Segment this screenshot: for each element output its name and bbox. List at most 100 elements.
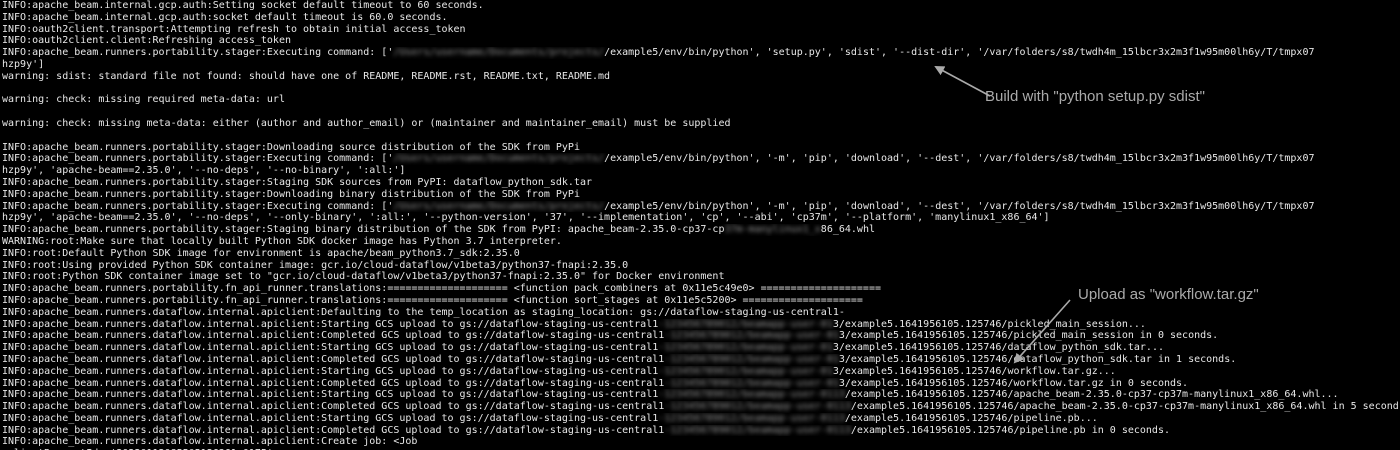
terminal-text: INFO:apache_beam.runners.dataflow.intern… <box>2 389 659 401</box>
terminal-line: INFO:root:Python SDK container image set… <box>2 271 1398 283</box>
redacted-text: -123456789012/beamapp-user-01 <box>658 365 833 377</box>
terminal-line: hzp9y', 'apache-beam==2.35.0', '--no-dep… <box>2 165 1398 177</box>
terminal-text: INFO:apache_beam.runners.portability.fn_… <box>2 294 863 306</box>
terminal-text: 3/example5.1641956105.125746/dataflow_py… <box>832 342 1164 354</box>
terminal-text: warning: check: missing required meta-da… <box>2 94 285 106</box>
terminal-text: warning: sdist: standard file not found:… <box>2 70 611 82</box>
terminal-text: /example5.1641956105.125746/apache_beam-… <box>844 389 1339 401</box>
redacted-text: -123456789012/beamapp-user-01 <box>658 342 833 354</box>
terminal-text: INFO:apache_beam.internal.gcp.auth:Setti… <box>2 0 484 11</box>
terminal-line: INFO:apache_beam.runners.portability.sta… <box>2 177 1398 189</box>
terminal-text: /example5/env/bin/python', '-m', 'pip', … <box>604 200 1315 212</box>
redacted-text: /Users/username/Documents/projects/ <box>393 200 605 212</box>
terminal-text: INFO:root:Using provided Python SDK cont… <box>2 259 629 271</box>
terminal-line: INFO:apache_beam.runners.portability.sta… <box>2 189 1398 201</box>
redacted-text: -123456789012/beamapp-user-01 <box>658 318 833 330</box>
redacted-text: /Users/username/Documents/projects/ <box>393 153 605 165</box>
terminal-output[interactable]: INFO:apache_beam.internal.gcp.auth:Setti… <box>2 0 1398 450</box>
terminal-text: 3/example5.1641956105.125746/pickled_mai… <box>832 318 1146 330</box>
terminal-line: INFO:apache_beam.runners.dataflow.intern… <box>2 319 1398 331</box>
terminal-line: warning: check: missing meta-data: eithe… <box>2 118 1398 130</box>
terminal-line: hzp9y', 'apache-beam==2.35.0', '--no-dep… <box>2 212 1398 224</box>
terminal-line: INFO:apache_beam.runners.dataflow.intern… <box>2 401 1398 413</box>
terminal-text: 3/example5.1641956105.125746/workflow.ta… <box>832 365 1116 377</box>
terminal-text: /example5/env/bin/python', '-m', 'pip', … <box>604 153 1315 165</box>
redacted-text: -123456789012/beamapp-user-0113 <box>658 412 845 424</box>
terminal-text: INFO:apache_beam.runners.portability.sta… <box>2 224 725 236</box>
terminal-line: INFO:apache_beam.runners.portability.sta… <box>2 142 1398 154</box>
terminal-text: INFO:apache_beam.runners.portability.fn_… <box>2 283 881 295</box>
terminal-text: INFO:apache_beam.runners.dataflow.intern… <box>2 377 665 389</box>
terminal-line: INFO:apache_beam.runners.dataflow.intern… <box>2 389 1398 401</box>
terminal-text: INFO:apache_beam.runners.portability.sta… <box>2 200 394 212</box>
terminal-text: WARNING:root:Make sure that locally buil… <box>2 235 562 247</box>
terminal-screenshot: INFO:apache_beam.internal.gcp.auth:Setti… <box>0 0 1400 450</box>
terminal-line: INFO:root:Using provided Python SDK cont… <box>2 260 1398 272</box>
terminal-line: INFO:apache_beam.internal.gcp.auth:socke… <box>2 12 1398 24</box>
terminal-text: INFO:apache_beam.runners.portability.sta… <box>2 141 580 153</box>
terminal-text: INFO:apache_beam.runners.dataflow.intern… <box>2 306 845 318</box>
terminal-text: INFO:apache_beam.runners.portability.sta… <box>2 188 580 200</box>
terminal-text: /example5.1641956105.125746/pipeline.pb.… <box>844 412 1098 424</box>
terminal-text: INFO:apache_beam.runners.dataflow.intern… <box>2 342 659 354</box>
terminal-text: hzp9y', 'apache-beam==2.35.0', '--no-dep… <box>2 212 1050 224</box>
terminal-line: INFO:oauth2client.transport:Attempting r… <box>2 24 1398 36</box>
terminal-line: hzp9y'] <box>2 59 1398 71</box>
annotation-build-label: Build with "python setup.py sdist" <box>985 88 1205 105</box>
terminal-text: 3/example5.1641956105.125746/workflow.ta… <box>838 377 1189 389</box>
terminal-text: INFO:apache_beam.runners.portability.sta… <box>2 153 394 165</box>
redacted-text: 37m-manylinux1_x <box>724 224 821 236</box>
terminal-text: /example5.1641956105.125746/pipeline.pb … <box>850 424 1170 436</box>
terminal-text: /example5.1641956105.125746/apache_beam-… <box>850 401 1398 413</box>
terminal-line: INFO:apache_beam.runners.dataflow.intern… <box>2 425 1398 437</box>
terminal-text: 3/example5.1641956105.125746/dataflow_py… <box>838 353 1237 365</box>
terminal-text: INFO:apache_beam.runners.dataflow.intern… <box>2 436 418 448</box>
terminal-text: INFO:apache_beam.runners.portability.sta… <box>2 47 394 59</box>
terminal-text: 3/example5.1641956105.125746/pickled_mai… <box>838 330 1219 342</box>
redacted-text: -123456789012/beamapp-user-01 <box>664 330 839 342</box>
redacted-text: -123456789012/beamapp-user-0113 <box>658 389 845 401</box>
redacted-text: -123456789012/beamapp-user-0113 <box>664 424 851 436</box>
redacted-text: /Users/username/Documents/projects/ <box>393 47 605 59</box>
terminal-line: INFO:apache_beam.runners.dataflow.intern… <box>2 354 1398 366</box>
terminal-line: INFO:apache_beam.runners.dataflow.intern… <box>2 436 1398 448</box>
terminal-text: INFO:apache_beam.internal.gcp.auth:socke… <box>2 11 448 23</box>
terminal-text: INFO:apache_beam.runners.dataflow.intern… <box>2 330 665 342</box>
terminal-text: INFO:apache_beam.runners.portability.sta… <box>2 176 593 188</box>
terminal-text: hzp9y', 'apache-beam==2.35.0', '--no-dep… <box>2 165 406 177</box>
redacted-text: -123456789012/beamapp-user-01 <box>664 377 839 389</box>
terminal-line: INFO:apache_beam.internal.gcp.auth:Setti… <box>2 0 1398 12</box>
terminal-text: warning: check: missing meta-data: eithe… <box>2 117 731 129</box>
redacted-text: -123456789012/beamapp-user-01 <box>664 353 839 365</box>
terminal-text: INFO:apache_beam.runners.dataflow.intern… <box>2 353 665 365</box>
terminal-line: INFO:root:Default Python SDK image for e… <box>2 248 1398 260</box>
annotation-upload-label: Upload as "workflow.tar.gz" <box>1078 286 1259 303</box>
terminal-line: INFO:apache_beam.runners.dataflow.intern… <box>2 378 1398 390</box>
terminal-line: INFO:apache_beam.runners.portability.sta… <box>2 201 1398 213</box>
terminal-line: INFO:oauth2client.client:Refreshing acce… <box>2 35 1398 47</box>
terminal-text: INFO:apache_beam.runners.dataflow.intern… <box>2 412 659 424</box>
terminal-line: INFO:apache_beam.runners.dataflow.intern… <box>2 342 1398 354</box>
terminal-line: INFO:apache_beam.runners.portability.sta… <box>2 47 1398 59</box>
terminal-line: warning: sdist: standard file not found:… <box>2 71 1398 83</box>
terminal-line: INFO:apache_beam.runners.portability.sta… <box>2 153 1398 165</box>
terminal-text: /example5/env/bin/python', 'setup.py', '… <box>604 47 1315 59</box>
terminal-line: INFO:apache_beam.runners.dataflow.intern… <box>2 413 1398 425</box>
terminal-text: INFO:oauth2client.transport:Attempting r… <box>2 23 466 35</box>
terminal-text: hzp9y'] <box>2 58 45 70</box>
terminal-text: INFO:oauth2client.client:Refreshing acce… <box>2 35 291 47</box>
terminal-line: INFO:apache_beam.runners.dataflow.intern… <box>2 330 1398 342</box>
terminal-line: INFO:apache_beam.runners.portability.sta… <box>2 224 1398 236</box>
terminal-text: INFO:apache_beam.runners.dataflow.intern… <box>2 424 665 436</box>
terminal-line: INFO:apache_beam.runners.dataflow.intern… <box>2 307 1398 319</box>
terminal-text: INFO:root:Python SDK container image set… <box>2 271 725 283</box>
terminal-text: INFO:apache_beam.runners.dataflow.intern… <box>2 365 659 377</box>
terminal-text: INFO:root:Default Python SDK image for e… <box>2 247 520 259</box>
terminal-line: WARNING:root:Make sure that locally buil… <box>2 236 1398 248</box>
terminal-line: INFO:apache_beam.runners.dataflow.intern… <box>2 366 1398 378</box>
terminal-text: INFO:apache_beam.runners.dataflow.intern… <box>2 401 665 413</box>
terminal-text: INFO:apache_beam.runners.dataflow.intern… <box>2 318 659 330</box>
terminal-text: 86_64.whl <box>820 224 875 236</box>
